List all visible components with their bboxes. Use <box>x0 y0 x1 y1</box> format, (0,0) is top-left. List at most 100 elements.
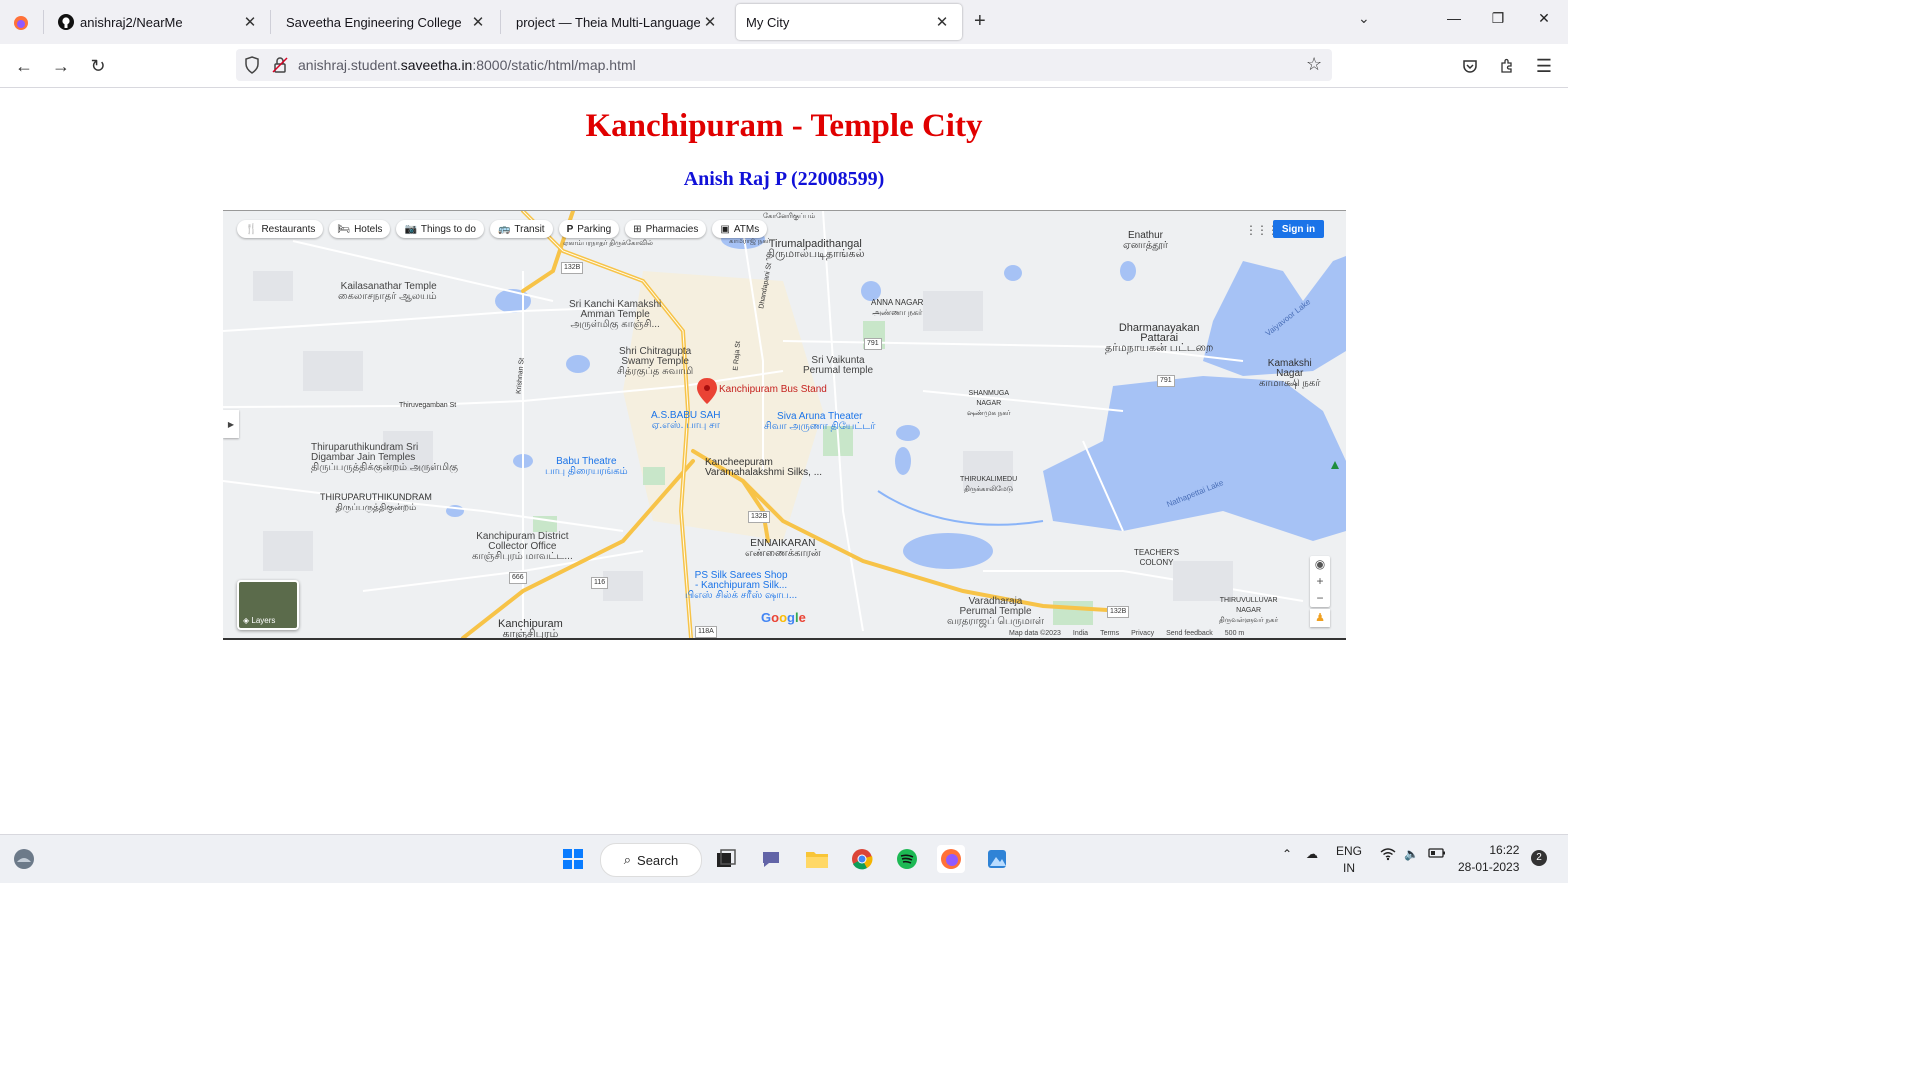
task-view-icon[interactable] <box>712 845 740 873</box>
road-shield: 132B <box>1107 606 1130 618</box>
chip-things-to-do[interactable]: 📷 Things to do <box>396 220 484 238</box>
widgets-icon[interactable] <box>10 845 38 873</box>
tab-saveetha[interactable]: Saveetha Engineering College ✕ <box>276 4 498 40</box>
send-feedback-link[interactable]: Send feedback <box>1166 630 1213 637</box>
zoom-in-button[interactable]: + <box>1310 573 1330 590</box>
github-icon <box>58 14 80 30</box>
battery-icon[interactable] <box>1428 847 1446 862</box>
minimize-button[interactable]: — <box>1434 10 1474 26</box>
road-shield: 132B <box>748 511 771 523</box>
restore-button[interactable]: ❐ <box>1478 10 1518 27</box>
tab-my-city[interactable]: My City ✕ <box>736 4 962 40</box>
tab-strip: anishraj2/NearMe ✕ Saveetha Engineering … <box>0 0 1568 44</box>
chrome-icon[interactable] <box>848 845 876 873</box>
map-label: THIRUPARUTHIKUNDRAM திருப்பருத்திகுன்றம் <box>320 492 432 512</box>
map-label: THIRUVULLUVAR NAGAR திருவள்ளுவர் நகர் <box>1219 597 1279 624</box>
atm-icon: ▣ <box>720 223 730 235</box>
chip-label: Parking <box>577 223 612 235</box>
notification-badge[interactable]: 2 <box>1531 850 1547 866</box>
map-label: Tirumalpadithangal திருமால்படிதாங்கல் <box>766 238 865 260</box>
wifi-icon[interactable] <box>1380 847 1396 864</box>
chip-pharmacies[interactable]: ⊞ Pharmacies <box>625 220 707 238</box>
parking-icon: P <box>566 223 574 235</box>
map-label: Thiruvegamban St <box>399 402 457 409</box>
chip-restaurants[interactable]: 🍴 Restaurants <box>237 220 324 238</box>
map-label: ENNAIKARAN எண்ணைக்காரன் <box>745 538 821 559</box>
map-label: ஏகாம்பரநாதர் திருக்கோவில் <box>563 240 653 247</box>
close-tab-icon[interactable]: ✕ <box>700 13 720 31</box>
map-label: Kancheepuram Varamahalakshmi Silks, ... <box>705 457 823 478</box>
map-label: Dharmanayakan Pattarai தர்மநாயகன் பட்டறை <box>1105 322 1214 354</box>
show-hidden-icons-icon[interactable]: ⌃ <box>1282 847 1292 861</box>
taskbar-search[interactable]: ⌕ Search <box>600 843 702 877</box>
region-link[interactable]: India <box>1073 630 1088 637</box>
google-logo: Google <box>761 610 806 625</box>
system-clock[interactable]: 16:22 28-01-2023 <box>1458 842 1519 876</box>
layers-button[interactable]: ◈ Layers <box>237 580 299 630</box>
fork-knife-icon: 🍴 <box>245 223 258 235</box>
new-tab-button[interactable]: + <box>974 10 986 33</box>
page-subtitle: Anish Raj P (22008599) <box>683 168 885 190</box>
firefox-taskbar-icon[interactable] <box>937 845 965 873</box>
map-label: SHANMUGA NAGAR ஷண்முக நகர் <box>967 390 1011 417</box>
pharmacy-icon: ⊞ <box>633 223 642 235</box>
back-button[interactable]: ← <box>12 54 36 78</box>
chip-hotels[interactable]: 🛏 Hotels <box>329 220 391 238</box>
file-explorer-icon[interactable] <box>803 845 831 873</box>
bus-stand-label[interactable]: Kanchipuram Bus Stand <box>719 385 827 395</box>
start-windows-icon[interactable] <box>559 845 587 873</box>
onedrive-icon[interactable]: ☁ <box>1306 847 1318 861</box>
address-bar[interactable]: anishraj.student.saveetha.in:8000/static… <box>236 49 1332 81</box>
reload-button[interactable]: ↻ <box>86 54 110 78</box>
tracking-shield-icon[interactable] <box>244 56 260 79</box>
chip-atms[interactable]: ▣ ATMs <box>712 220 768 238</box>
app-menu-icon[interactable]: ☰ <box>1532 54 1556 78</box>
tab-title: anishraj2/NearMe <box>80 14 183 30</box>
tab-theia[interactable]: project — Theia Multi-Language Ex ✕ <box>506 4 730 40</box>
url-text[interactable]: anishraj.student.saveetha.in:8000/static… <box>298 57 636 73</box>
close-tab-icon[interactable]: ✕ <box>468 13 488 31</box>
search-label: Search <box>637 852 679 868</box>
close-tab-icon[interactable]: ✕ <box>240 13 260 31</box>
chip-label: Things to do <box>420 223 476 235</box>
scale-bar[interactable]: 500 m <box>1225 630 1244 637</box>
language-indicator[interactable]: ENG IN <box>1336 843 1362 877</box>
extensions-icon[interactable] <box>1495 54 1519 78</box>
close-tab-icon[interactable]: ✕ <box>932 13 952 31</box>
map-zoom-control: ◉ + − <box>1310 556 1330 607</box>
chip-label: Pharmacies <box>645 223 699 235</box>
photos-icon[interactable] <box>983 845 1011 873</box>
chip-label: Restaurants <box>261 223 316 235</box>
url-suffix: :8000/static/html/map.html <box>472 57 636 73</box>
expand-panel-button[interactable]: ▶ <box>223 410 239 438</box>
map-label: Kailasanathar Temple கைலாசநாதர் ஆலயம் <box>338 281 437 302</box>
terms-link[interactable]: Terms <box>1100 630 1119 637</box>
road-shield: 118A <box>695 626 717 638</box>
close-window-button[interactable]: ✕ <box>1524 10 1564 27</box>
embedded-map[interactable]: 🍴 Restaurants 🛏 Hotels 📷 Things to do 🚌 Tran… <box>223 210 1346 640</box>
teams-chat-icon[interactable] <box>757 845 785 873</box>
chip-label: ATMs <box>733 223 760 235</box>
map-label: THIRUKALIMEDU திருக்காலிமேடு <box>960 476 1018 493</box>
chip-transit[interactable]: 🚌 Transit <box>489 220 553 238</box>
spotify-icon[interactable] <box>893 845 921 873</box>
pocket-icon[interactable] <box>1458 54 1482 78</box>
camera-icon: 📷 <box>404 223 417 235</box>
firefox-view-icon[interactable] <box>6 8 36 38</box>
road-shield: 116 <box>591 577 609 589</box>
my-location-icon[interactable]: ◉ <box>1310 556 1330 573</box>
street-view-pegman-icon[interactable]: ♟ <box>1310 609 1330 627</box>
tab-nearme[interactable]: anishraj2/NearMe ✕ <box>48 4 270 40</box>
privacy-link[interactable]: Privacy <box>1131 630 1154 637</box>
chip-parking[interactable]: P Parking <box>558 220 620 238</box>
list-all-tabs-icon[interactable]: ⌄ <box>1358 10 1370 27</box>
map-label: Varadharaja Perumal Temple வரதராஜப் பெருமா… <box>947 596 1044 627</box>
insecure-lock-icon[interactable] <box>272 56 288 79</box>
forward-button[interactable]: → <box>49 54 73 78</box>
map-label: Enathur ஏனாத்தூர் <box>1123 230 1168 251</box>
sign-in-button[interactable]: Sign in <box>1273 220 1324 238</box>
map-label: PS Silk Sarees Shop - Kanchipuram Silk...… <box>685 570 798 601</box>
zoom-out-button[interactable]: − <box>1310 590 1330 607</box>
volume-icon[interactable]: 🔈 <box>1404 847 1419 861</box>
bookmark-star-icon[interactable]: ☆ <box>1306 54 1322 75</box>
